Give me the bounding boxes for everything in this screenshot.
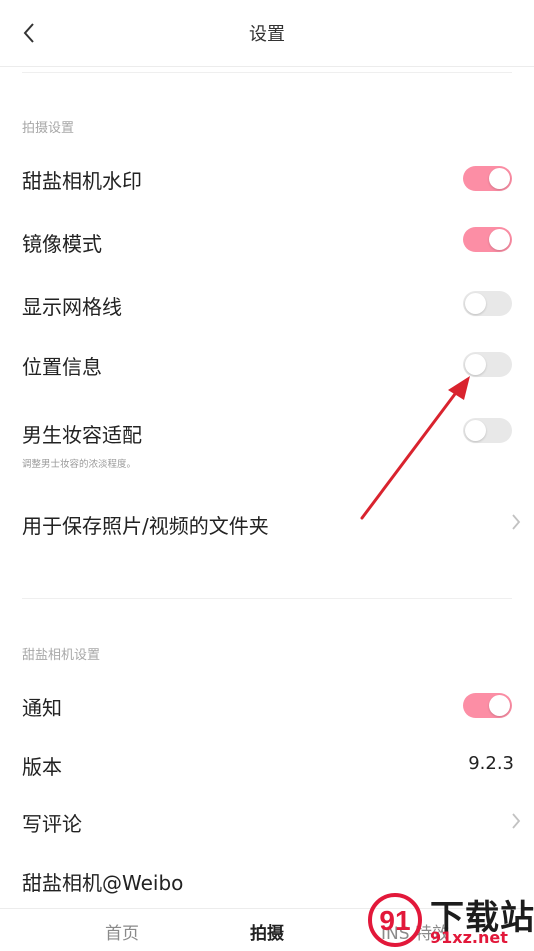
toggle-watermark[interactable] bbox=[463, 166, 512, 191]
divider bbox=[22, 72, 512, 73]
page-title: 设置 bbox=[249, 24, 285, 45]
row-label-save-folder[interactable]: 用于保存照片/视频的文件夹 bbox=[22, 510, 269, 539]
tab-home[interactable]: 首页 bbox=[62, 919, 182, 944]
toggle-notifications[interactable] bbox=[463, 693, 512, 718]
svg-text:91: 91 bbox=[379, 905, 410, 936]
row-label-watermark: 甜盐相机水印 bbox=[22, 169, 142, 193]
watermark-url: 91xz.net bbox=[430, 928, 508, 947]
top-bar: 设置 bbox=[0, 0, 534, 67]
toggle-knob bbox=[489, 168, 510, 189]
watermark-logo: 91 bbox=[368, 893, 422, 947]
toggle-grid-lines[interactable] bbox=[463, 291, 512, 316]
row-label-write-review[interactable]: 写评论 bbox=[22, 808, 82, 837]
toggle-knob bbox=[489, 229, 510, 250]
chevron-right-icon[interactable] bbox=[509, 811, 523, 831]
toggle-mirror-mode[interactable] bbox=[463, 227, 512, 252]
toggle-knob bbox=[489, 695, 510, 716]
row-label-version: 版本 bbox=[22, 755, 62, 779]
chevron-right-icon[interactable] bbox=[509, 512, 523, 532]
row-label-mirror-mode: 镜像模式 bbox=[22, 232, 102, 256]
row-label-notifications: 通知 bbox=[22, 696, 62, 720]
section-title-app: 甜盐相机设置 bbox=[22, 648, 101, 663]
row-label-grid-lines: 显示网格线 bbox=[22, 295, 122, 319]
row-sublabel-male-makeup: 调整男士妆容的浓淡程度。 bbox=[22, 459, 137, 470]
version-value: 9.2.3 bbox=[468, 753, 514, 774]
row-label-location-info: 位置信息 bbox=[22, 355, 102, 379]
tab-shoot[interactable]: 拍摄 bbox=[207, 919, 327, 944]
divider bbox=[22, 598, 512, 599]
row-label-weibo[interactable]: 甜盐相机@Weibo bbox=[22, 867, 183, 896]
section-title-shooting: 拍摄设置 bbox=[22, 121, 75, 136]
annotation-arrow bbox=[360, 376, 470, 520]
toggle-knob bbox=[465, 293, 486, 314]
site-watermark: 91 下载站 91xz.net bbox=[360, 888, 534, 950]
row-label-male-makeup: 男生妆容适配 bbox=[22, 423, 142, 447]
